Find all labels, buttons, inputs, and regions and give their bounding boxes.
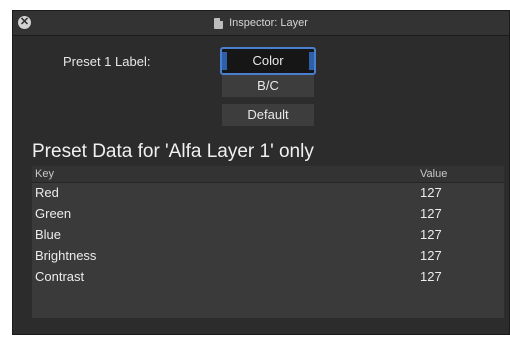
document-icon (214, 17, 224, 29)
table-row[interactable]: Red 127 (32, 183, 504, 203)
row-value: 127 (420, 185, 442, 200)
table-row[interactable]: Blue 127 (32, 225, 504, 245)
row-value: 127 (420, 206, 442, 221)
column-header-value[interactable]: Value (420, 168, 447, 180)
row-value: 127 (420, 248, 442, 263)
inspector-window: ✕ Inspector: Layer Preset 1 Label: Color… (12, 10, 510, 335)
preset-data-heading: Preset Data for 'Alfa Layer 1' only (32, 141, 314, 162)
title-bar[interactable]: ✕ Inspector: Layer (13, 11, 509, 36)
row-key: Red (35, 185, 59, 200)
table-row[interactable]: Contrast 127 (32, 267, 504, 287)
table-header: Key Value (32, 166, 504, 183)
row-key: Brightness (35, 248, 97, 263)
table-row[interactable]: Brightness 127 (32, 246, 504, 266)
preset-option-bc[interactable]: B/C (222, 75, 314, 97)
title-wrap: Inspector: Layer (13, 11, 509, 35)
preset-option-default[interactable]: Default (222, 104, 314, 126)
row-value: 127 (420, 227, 442, 242)
window-title: Inspector: Layer (229, 17, 308, 29)
row-value: 127 (420, 269, 442, 284)
row-key: Blue (35, 227, 62, 242)
row-key: Green (35, 206, 72, 221)
row-key: Contrast (35, 269, 85, 284)
preset-option-color[interactable]: Color (220, 47, 316, 75)
column-header-key[interactable]: Key (35, 168, 54, 180)
table-row[interactable]: Green 127 (32, 204, 504, 224)
preset-label: Preset 1 Label: (63, 54, 151, 69)
preset-data-table: Key Value Red 127 Green 127 Blue 127 Bri… (32, 166, 504, 318)
